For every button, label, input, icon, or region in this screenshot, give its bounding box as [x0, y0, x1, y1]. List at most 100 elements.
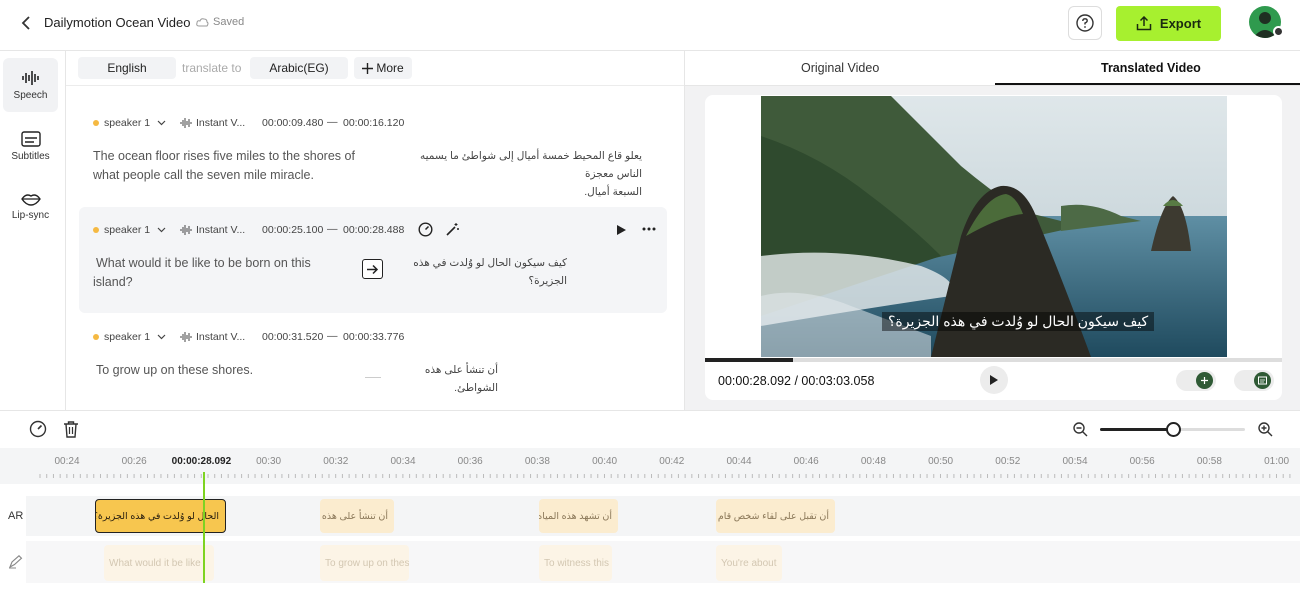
trash-icon[interactable]: [63, 420, 79, 438]
rail-speech-label: Speech: [13, 89, 48, 101]
toggle-knob: [1196, 372, 1213, 389]
saved-label: Saved: [213, 16, 245, 28]
speaker-select[interactable]: speaker 1: [93, 117, 166, 129]
project-title[interactable]: Dailymotion Ocean Video: [44, 15, 190, 30]
source-line: What would it be like to be born on this: [96, 256, 311, 270]
timeline-clip[interactable]: أن تنشأ على هذه الشواطئ: [320, 499, 394, 533]
subtitle-toggle[interactable]: [1234, 370, 1274, 391]
voice-waveform-icon: [180, 332, 192, 342]
timeline-playhead[interactable]: [203, 472, 205, 583]
voice-waveform-icon: [180, 118, 192, 128]
export-label: Export: [1159, 16, 1202, 31]
target-text[interactable]: أن تنشأ على هذه الشواطئ.: [396, 361, 498, 397]
segment-end-time[interactable]: 00:00:33.776: [343, 331, 404, 343]
plus-icon: [362, 62, 374, 74]
subtitle-track-icon: [1258, 376, 1267, 385]
timeline-clip[interactable]: أن تشهد هذه المياه كل يوم: [539, 499, 618, 533]
zoom-slider-fill: [1100, 428, 1173, 431]
source-clip[interactable]: You're about: [716, 545, 782, 581]
segment-start-time[interactable]: 00:00:25.100: [262, 224, 323, 236]
speaker-select[interactable]: speaker 1: [93, 224, 166, 236]
clip-label: أن تشهد هذه المياه كل يوم: [539, 510, 612, 522]
source-line: what people call the seven mile miracle.: [93, 168, 314, 182]
ruler-tick-label: 00:36: [457, 456, 483, 467]
ruler-tick-label: 00:38: [524, 456, 550, 467]
help-button[interactable]: [1068, 6, 1102, 40]
ruler-tick-label: 00:26: [121, 456, 147, 467]
more-label: More: [376, 61, 404, 75]
speaker-dot: [93, 227, 99, 233]
speed-gauge-icon[interactable]: [29, 420, 47, 438]
speaker-select[interactable]: speaker 1: [93, 331, 166, 343]
rail-speech-button[interactable]: Speech: [3, 58, 58, 112]
source-text[interactable]: To grow up on these shores.: [96, 361, 253, 380]
target-language-button[interactable]: Arabic(EG): [250, 57, 348, 79]
target-line: كيف سيكون الحال لو وُلدت في هذه الجزيرة؟: [413, 257, 567, 287]
more-options-icon[interactable]: [642, 226, 656, 232]
clip-label: أن تنشأ على هذه الشواطئ: [320, 510, 388, 522]
time-separator: —: [327, 116, 338, 128]
play-segment-icon[interactable]: [616, 224, 627, 236]
time-separator: —: [327, 330, 338, 342]
source-clip[interactable]: What would it be like: [104, 545, 214, 581]
target-text[interactable]: كيف سيكون الحال لو وُلدت في هذه الجزيرة؟: [396, 254, 567, 290]
divider: [365, 377, 381, 378]
zoom-in-icon[interactable]: [1258, 422, 1273, 437]
source-text[interactable]: The ocean floor rises five miles to the …: [93, 147, 355, 185]
tab-translated-video[interactable]: Translated Video: [1101, 61, 1201, 75]
segment-end-time[interactable]: 00:00:16.120: [343, 117, 404, 129]
edit-pen-icon[interactable]: [8, 555, 23, 569]
voice-select[interactable]: Instant V...: [180, 117, 245, 129]
voice-track-icon: [1201, 377, 1208, 384]
segment-end-time[interactable]: 00:00:28.488: [343, 224, 404, 236]
segment-start-time[interactable]: 00:00:31.520: [262, 331, 323, 343]
clip-label: الحال لو وُلدت في هذه الجزيرة؟: [95, 510, 219, 522]
voice-select[interactable]: Instant V...: [180, 331, 245, 343]
video-tabs: Original Video Translated Video: [684, 51, 1300, 86]
zoom-out-icon[interactable]: [1073, 422, 1088, 437]
rail-lipsync-button[interactable]: Lip-sync: [3, 179, 58, 233]
time-separator: —: [327, 223, 338, 235]
target-line: السبعة أميال.: [584, 186, 642, 198]
zoom-slider-handle[interactable]: [1165, 422, 1181, 437]
timeline-clip-selected[interactable]: الحال لو وُلدت في هذه الجزيرة؟: [95, 499, 226, 533]
more-languages-button[interactable]: More: [354, 57, 412, 79]
source-clip[interactable]: To grow up on these: [320, 545, 409, 581]
question-icon: [1076, 14, 1094, 32]
target-text[interactable]: يعلو قاع المحيط خمسة أميال إلى شواطئ ما …: [396, 147, 642, 201]
arrow-right-icon: [367, 264, 379, 274]
rail-subtitles-button[interactable]: Subtitles: [3, 119, 58, 173]
rail-subtitles-label: Subtitles: [11, 150, 50, 162]
chevron-down-icon: [157, 227, 166, 233]
export-button[interactable]: Export: [1116, 6, 1221, 41]
target-line: يعلو قاع المحيط خمسة أميال إلى شواطئ ما …: [419, 150, 642, 180]
back-arrow-icon[interactable]: [18, 14, 36, 32]
source-text[interactable]: What would it be like to be born on this…: [93, 254, 311, 292]
segment-start-time[interactable]: 00:00:09.480: [262, 117, 323, 129]
timeline-clip[interactable]: أن تقبل على لقاء شخص قام بذلك: [716, 499, 835, 533]
translate-to-label: translate to: [182, 61, 242, 75]
video-play-button[interactable]: [980, 366, 1008, 394]
play-icon: [990, 375, 998, 385]
timeline-ruler[interactable]: 00:24 00:26 00:00:28.092 00:30 00:32 00:34 00:…: [0, 448, 1300, 484]
subtitles-icon: [20, 130, 41, 147]
active-tab-indicator: [995, 83, 1300, 85]
video-caption: كيف سيكون الحال لو وُلدت في هذه الجزيرة؟: [882, 312, 1155, 331]
track-label-ar: AR: [8, 510, 24, 522]
dubbing-toggle[interactable]: [1176, 370, 1216, 391]
tab-original-video[interactable]: Original Video: [801, 61, 879, 75]
ruler-tick-label: 01:00: [1264, 456, 1290, 467]
ruler-tick-label: 00:54: [1062, 456, 1088, 467]
source-clip[interactable]: To witness this: [539, 545, 612, 581]
video-time: 00:00:28.092 / 00:03:03.058: [718, 374, 875, 388]
speed-gauge-icon[interactable]: [418, 222, 433, 237]
speaker-label: speaker 1: [104, 117, 151, 129]
chevron-down-icon: [157, 120, 166, 126]
translate-arrow-button[interactable]: [362, 259, 383, 279]
source-language-button[interactable]: English: [78, 57, 176, 79]
voice-select[interactable]: Instant V...: [180, 224, 245, 236]
magic-wand-icon[interactable]: [445, 222, 460, 237]
ruler-tick-label: 00:40: [592, 456, 618, 467]
language-bar: English translate to Arabic(EG) More: [66, 51, 684, 86]
speech-waveform-icon: [21, 70, 39, 85]
